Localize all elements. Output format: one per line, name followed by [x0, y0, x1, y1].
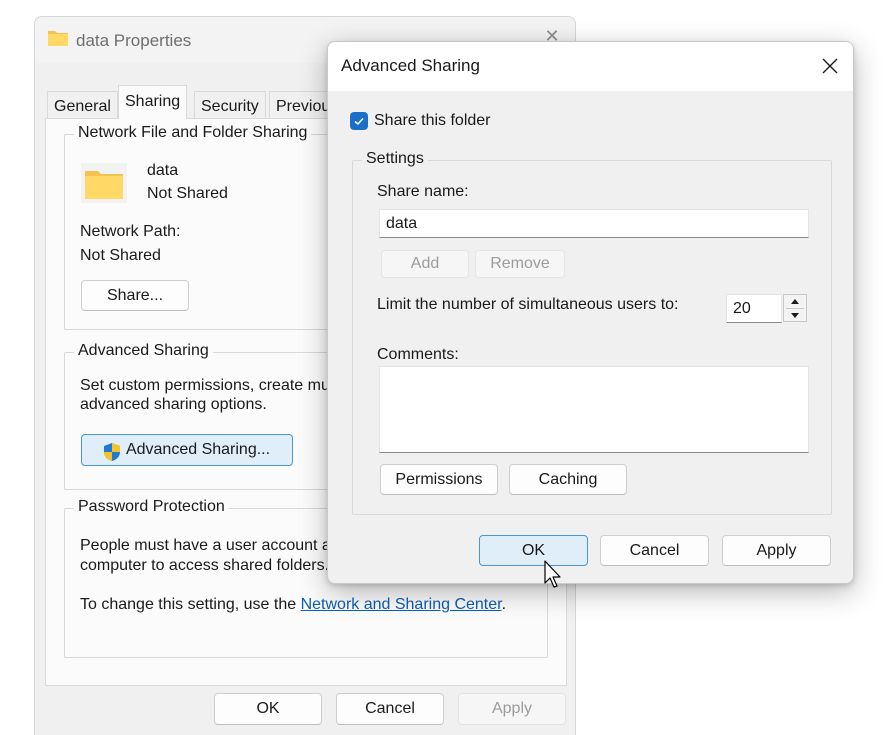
- user-limit-input[interactable]: 20: [726, 294, 782, 323]
- password-protection-description-line2: computer to access shared folders.: [80, 557, 330, 574]
- advanced-sharing-button-label: Advanced Sharing...: [125, 441, 271, 458]
- tab-security[interactable]: Security: [194, 91, 266, 119]
- share-name-input[interactable]: data: [379, 209, 809, 238]
- password-protection-legend: Password Protection: [74, 498, 229, 516]
- settings-legend: Settings: [362, 150, 428, 168]
- comments-textarea[interactable]: [379, 366, 809, 453]
- share-this-folder-checkbox[interactable]: [350, 112, 368, 130]
- share-this-folder-label[interactable]: Share this folder: [374, 112, 491, 130]
- share-name-label: Share name:: [377, 183, 469, 200]
- advanced-sharing-button[interactable]: Advanced Sharing...: [81, 434, 293, 466]
- properties-window-title: data Properties: [76, 31, 192, 50]
- spin-down-button[interactable]: [784, 309, 806, 322]
- remove-share-button[interactable]: Remove: [475, 250, 565, 278]
- tab-general[interactable]: General: [47, 91, 118, 119]
- caching-button[interactable]: Caching: [509, 464, 627, 495]
- advanced-sharing-title-bar: Advanced Sharing: [328, 42, 853, 91]
- properties-cancel-button[interactable]: Cancel: [336, 693, 444, 725]
- mouse-pointer-icon: [544, 560, 561, 588]
- advanced-sharing-dialog: Advanced Sharing Share this folder Setti…: [327, 41, 854, 584]
- advanced-sharing-ok-button[interactable]: OK: [479, 535, 588, 566]
- change-setting-text: To change this setting, use the Network …: [80, 596, 506, 614]
- arrow-up-icon: [791, 299, 799, 304]
- network-sharing-legend: Network File and Folder Sharing: [74, 124, 312, 142]
- advanced-sharing-apply-button[interactable]: Apply: [722, 535, 831, 566]
- folder-icon: [48, 31, 68, 46]
- user-limit-label: Limit the number of simultaneous users t…: [377, 296, 679, 313]
- folder-share-status: Not Shared: [147, 185, 228, 202]
- permissions-button[interactable]: Permissions: [380, 464, 498, 495]
- change-setting-suffix: .: [501, 596, 507, 613]
- network-path-value: Not Shared: [80, 247, 161, 264]
- uac-shield-icon: [104, 443, 120, 461]
- network-path-label: Network Path:: [80, 223, 181, 240]
- spin-up-button[interactable]: [784, 295, 806, 308]
- comments-label: Comments:: [377, 346, 459, 363]
- arrow-down-icon: [791, 313, 799, 318]
- tab-sharing[interactable]: Sharing: [118, 85, 188, 119]
- close-icon[interactable]: [817, 53, 843, 79]
- properties-ok-button[interactable]: OK: [214, 693, 322, 725]
- add-share-button[interactable]: Add: [381, 250, 469, 278]
- folder-name: data: [147, 162, 179, 179]
- advanced-sharing-dialog-title: Advanced Sharing: [341, 56, 480, 75]
- settings-group: Settings Share name: data Add Remove Lim…: [352, 150, 832, 515]
- change-setting-prefix: To change this setting, use the: [80, 596, 301, 613]
- folder-icon: [81, 163, 127, 203]
- checkmark-icon: [354, 117, 364, 126]
- network-sharing-center-link[interactable]: Network and Sharing Center: [301, 596, 502, 613]
- advanced-sharing-cancel-button[interactable]: Cancel: [600, 535, 709, 566]
- properties-apply-button[interactable]: Apply: [458, 693, 566, 725]
- advanced-sharing-description-line2: advanced sharing options.: [80, 396, 267, 413]
- advanced-sharing-legend: Advanced Sharing: [74, 342, 213, 360]
- user-limit-spinner: [783, 294, 807, 322]
- share-button[interactable]: Share...: [81, 280, 189, 311]
